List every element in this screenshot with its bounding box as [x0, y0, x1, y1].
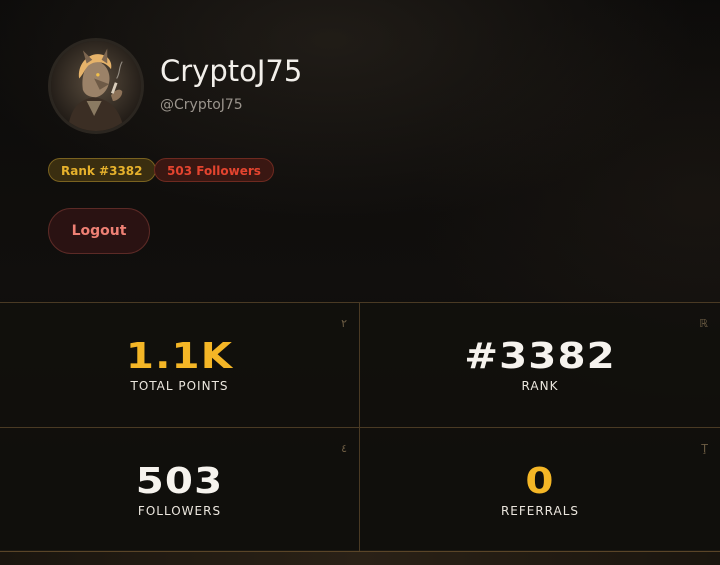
rank-badge: Rank #3382 — [48, 158, 156, 182]
followers-label: FOLLOWERS — [137, 504, 222, 518]
corner-glyph: Ţ — [701, 442, 708, 455]
stats-grid: ٢ 1.1K TOTAL POINTS ℝ #3382 RANK ٤ 503 F… — [0, 302, 720, 552]
corner-glyph: ٢ — [341, 317, 347, 330]
profile-username: CryptoJ75 — [160, 54, 303, 88]
stat-card-total-points: ٢ 1.1K TOTAL POINTS — [0, 303, 360, 428]
rank-value: #3382 — [464, 336, 616, 377]
wolf-portrait-icon — [51, 41, 141, 131]
total-points-value: 1.1K — [125, 336, 234, 377]
corner-glyph: ٤ — [341, 442, 347, 455]
logout-button[interactable]: Logout — [48, 208, 150, 254]
corner-glyph: ℝ — [699, 317, 708, 330]
stat-card-rank: ℝ #3382 RANK — [360, 303, 720, 428]
referrals-label: REFERRALS — [500, 504, 580, 518]
avatar[interactable] — [48, 38, 144, 134]
profile-handle: @CryptoJ75 — [160, 97, 243, 113]
stat-card-referrals: Ţ 0 REFERRALS — [360, 428, 720, 551]
followers-badge: 503 Followers — [154, 158, 274, 182]
followers-value: 503 — [135, 461, 224, 502]
total-points-label: TOTAL POINTS — [130, 379, 229, 393]
stat-card-followers: ٤ 503 FOLLOWERS — [0, 428, 360, 551]
referrals-value: 0 — [525, 461, 555, 502]
rank-label: RANK — [521, 379, 559, 393]
bottom-border-strip — [0, 552, 720, 565]
profile-page: CryptoJ75 @CryptoJ75 Rank #3382 503 Foll… — [0, 0, 720, 565]
